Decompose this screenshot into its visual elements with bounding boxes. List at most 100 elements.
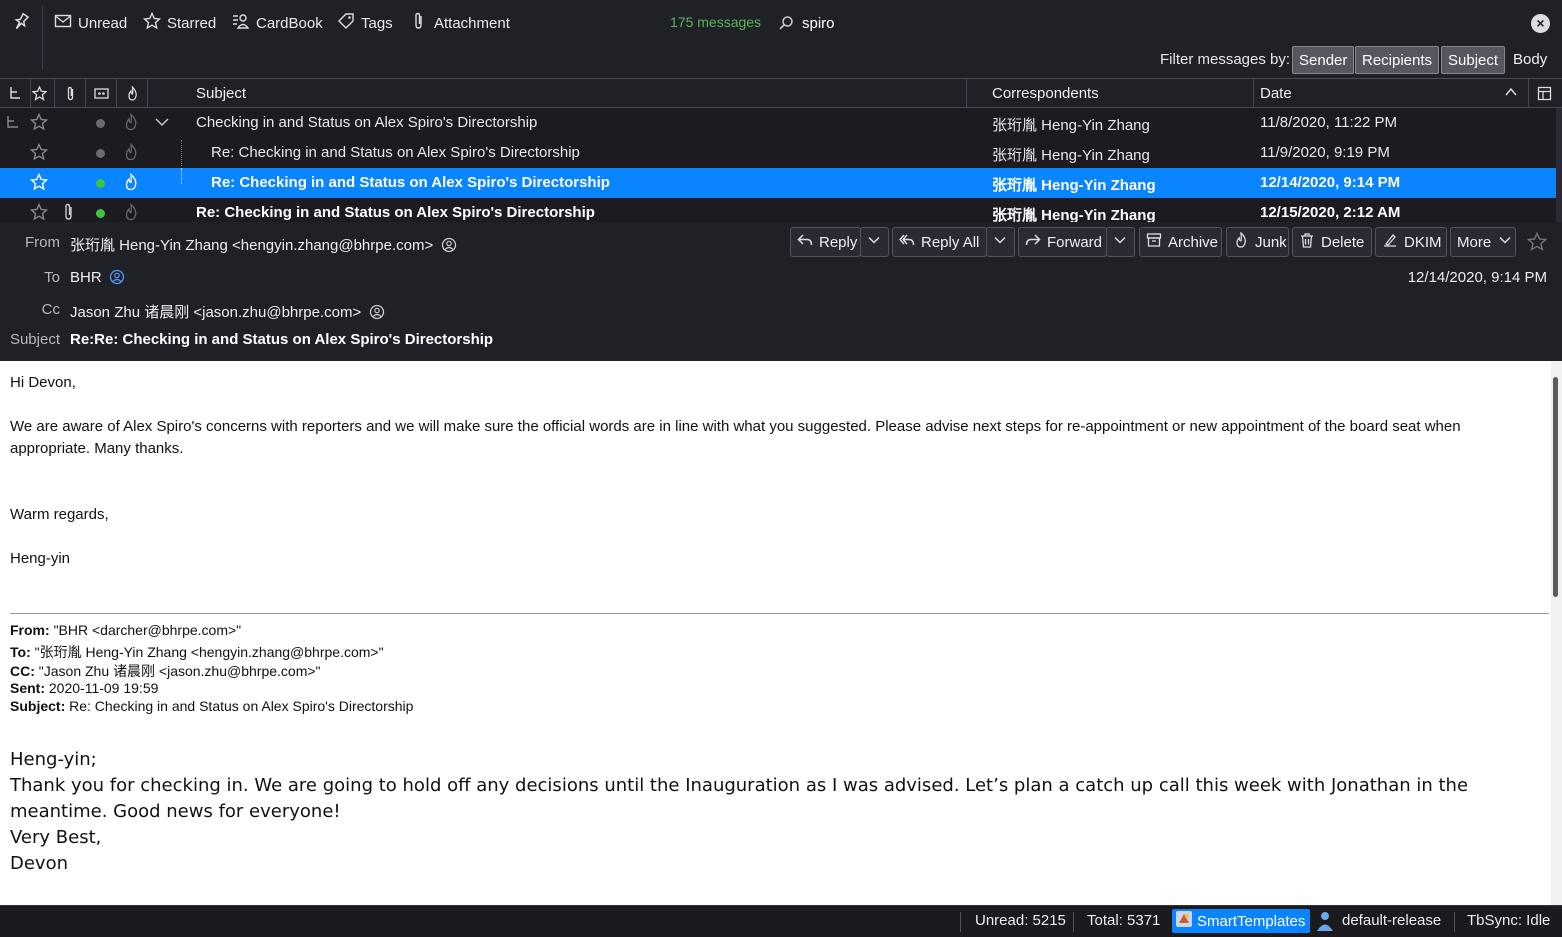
message-date: 12/14/2020, 9:14 PM — [1407, 269, 1547, 286]
filter-subject-toggle[interactable]: Subject — [1441, 46, 1506, 74]
unread-status-dot[interactable] — [96, 179, 105, 188]
to-label: To — [44, 269, 60, 286]
filter-sender-toggle[interactable]: Sender — [1292, 46, 1355, 74]
toolbar-separator — [42, 6, 43, 70]
unread-filter-button[interactable]: Unread — [54, 11, 127, 35]
junk-flame-icon[interactable] — [122, 112, 140, 131]
date-column-header[interactable]: Date — [1254, 79, 1529, 108]
thread-row[interactable]: Re: Checking in and Status on Alex Spiro… — [0, 138, 1556, 168]
tags-filter-button[interactable]: Tags — [337, 11, 393, 35]
pin-icon[interactable] — [11, 12, 31, 32]
quoted-text-line: Very Best, — [10, 827, 102, 848]
chevron-down-icon — [992, 232, 1008, 252]
junk-column-icon[interactable] — [117, 79, 148, 108]
from-value[interactable]: 张珩胤 Heng-Yin Zhang <hengyin.zhang@bhrpe.… — [70, 234, 457, 257]
body-scrollbar[interactable] — [1551, 361, 1562, 905]
search-icon — [778, 15, 794, 31]
clear-search-icon[interactable]: × — [1531, 14, 1550, 33]
chevron-down-icon[interactable] — [153, 113, 171, 131]
quoted-from-value: "BHR <darcher@bhrpe.com>" — [53, 622, 242, 638]
subject-label: Subject — [9, 331, 60, 348]
thread-scrollbar[interactable] — [1556, 108, 1562, 222]
junk-flame-icon[interactable] — [122, 142, 140, 161]
reply-all-icon — [899, 232, 915, 252]
cardbook-filter-button[interactable]: CardBook — [232, 11, 323, 35]
body-regards: Warm regards, — [10, 506, 109, 523]
profile-icon — [1316, 910, 1334, 935]
correspondents-column-header[interactable]: Correspondents — [967, 79, 1254, 108]
subject-column-header[interactable]: Subject — [148, 79, 967, 108]
body-greeting: Hi Devon, — [10, 374, 76, 391]
quoted-to-line: To: "张珩胤 Heng-Yin Zhang <hengyin.zhang@b… — [10, 642, 384, 662]
star-message-icon[interactable] — [1526, 231, 1548, 252]
cc-value[interactable]: Jason Zhu 诸晨刚 <jason.zhu@bhrpe.com> — [70, 301, 385, 324]
forward-dropdown-button[interactable] — [1106, 227, 1135, 257]
junk-flame-icon[interactable] — [122, 172, 140, 191]
cc-address[interactable]: Jason Zhu 诸晨刚 <jason.zhu@bhrpe.com> — [70, 304, 361, 321]
thread-connector — [181, 168, 182, 184]
star-icon[interactable] — [29, 142, 49, 161]
archive-icon — [1146, 232, 1162, 252]
contact-icon[interactable] — [369, 304, 385, 324]
quoted-subject-value: Re: Checking in and Status on Alex Spiro… — [69, 698, 414, 714]
star-icon[interactable] — [29, 202, 49, 221]
thread-row[interactable]: Checking in and Status on Alex Spiro's D… — [0, 108, 1556, 138]
starred-filter-button[interactable]: Starred — [142, 11, 216, 35]
filter-recipients-toggle[interactable]: Recipients — [1355, 46, 1440, 74]
column-picker-icon[interactable] — [1529, 79, 1560, 108]
delete-label: Delete — [1321, 233, 1365, 251]
to-address[interactable]: BHR — [70, 269, 102, 286]
star-column-icon[interactable] — [24, 79, 55, 108]
thread-row-selected[interactable]: Re: Checking in and Status on Alex Spiro… — [0, 168, 1556, 198]
thread-date: 11/8/2020, 11:22 PM — [1260, 114, 1398, 131]
quoted-text-line: Devon — [10, 853, 69, 874]
thread-subject: Re: Checking in and Status on Alex Spiro… — [211, 144, 580, 161]
thread-column-header: Subject Correspondents Date — [0, 78, 1562, 108]
read-status-dot[interactable] — [96, 119, 105, 128]
from-label: From — [25, 234, 60, 251]
body-signature: Heng-yin — [10, 550, 71, 567]
attachment-filter-button[interactable]: Attachment — [410, 11, 510, 35]
quoted-cc-label: CC: — [10, 663, 35, 679]
more-button[interactable]: More — [1450, 227, 1516, 257]
forward-button[interactable]: Forward — [1018, 227, 1107, 257]
signature-pen-icon — [1382, 232, 1398, 252]
reply-button[interactable]: Reply — [790, 227, 861, 257]
filter-body-toggle[interactable]: Body — [1513, 51, 1547, 68]
dkim-button[interactable]: DKIM — [1375, 227, 1447, 257]
scrollbar-thumb[interactable] — [1553, 377, 1558, 597]
contact-icon[interactable] — [109, 269, 125, 289]
subject-value: Re:Re: Checking in and Status on Alex Sp… — [70, 331, 494, 348]
contact-icon[interactable] — [441, 237, 457, 257]
quick-filter-search[interactable] — [772, 10, 1554, 36]
archive-button[interactable]: Archive — [1139, 227, 1222, 257]
junk-button[interactable]: Junk — [1226, 227, 1289, 257]
thread-row[interactable]: Re: Checking in and Status on Alex Spiro… — [0, 198, 1556, 222]
quote-divider — [10, 613, 1549, 614]
read-status-dot[interactable] — [96, 149, 105, 158]
quoted-to-label: To: — [10, 644, 31, 660]
to-value[interactable]: BHR — [70, 269, 125, 289]
quoted-sent-line: Sent: 2020-11-09 19:59 — [10, 680, 158, 696]
quoted-cc-value: "Jason Zhu 诸晨刚 <jason.zhu@bhrpe.com>" — [38, 663, 321, 679]
read-status-column-icon[interactable] — [86, 79, 117, 108]
reply-all-button[interactable]: Reply All — [892, 227, 987, 257]
tags-label: Tags — [361, 14, 393, 32]
smarttemplates-button[interactable]: SmartTemplates — [1172, 909, 1311, 933]
thread-correspondent: 张珩胤 Heng-Yin Zhang — [992, 207, 1156, 222]
quoted-subject-line: Subject: Re: Checking in and Status on A… — [10, 698, 413, 714]
status-separator — [1454, 912, 1455, 932]
reply-all-dropdown-button[interactable] — [986, 227, 1015, 257]
filter-by-label: Filter messages by: — [1160, 51, 1291, 68]
from-address[interactable]: 张珩胤 Heng-Yin Zhang <hengyin.zhang@bhrpe.… — [70, 237, 433, 254]
delete-button[interactable]: Delete — [1292, 227, 1372, 257]
star-icon[interactable] — [29, 112, 49, 131]
unread-status-dot[interactable] — [96, 209, 105, 218]
star-icon[interactable] — [29, 172, 49, 191]
tbsync-status[interactable]: TbSync: Idle — [1467, 912, 1550, 929]
attachment-column-icon[interactable] — [55, 79, 86, 108]
total-count: Total: 5371 — [1087, 912, 1161, 929]
search-input[interactable] — [800, 13, 1500, 33]
junk-flame-icon[interactable] — [122, 202, 140, 221]
reply-dropdown-button[interactable] — [860, 227, 889, 257]
